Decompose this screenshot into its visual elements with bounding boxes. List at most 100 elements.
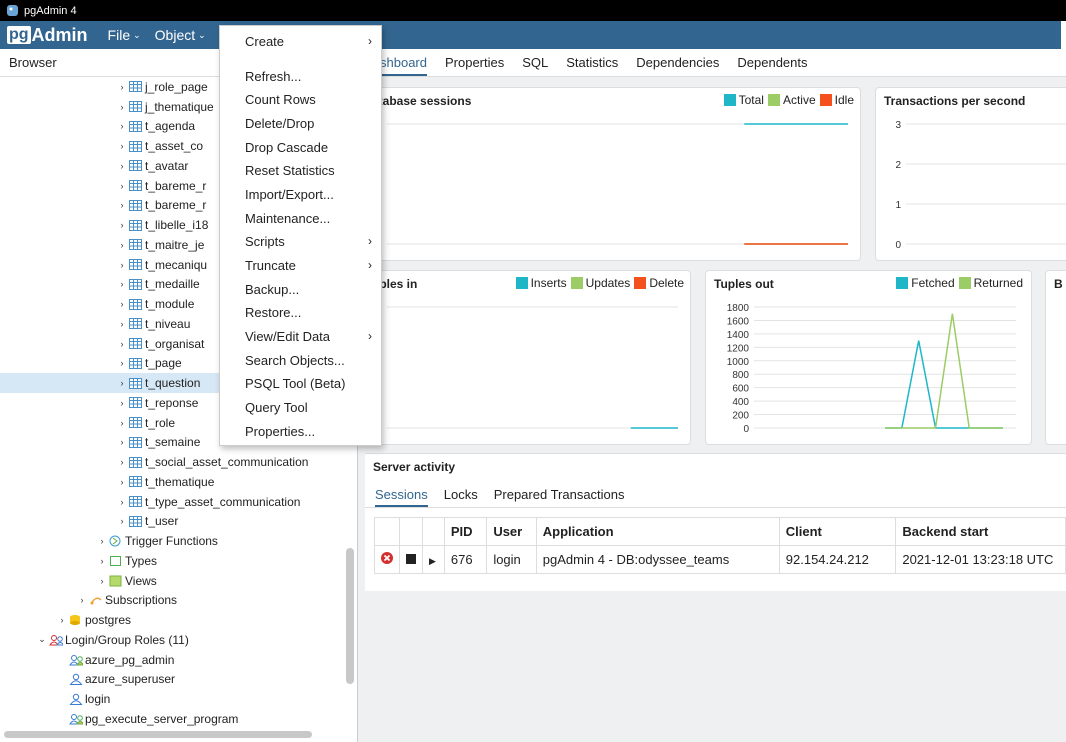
tab-dependencies[interactable]: Dependencies bbox=[636, 55, 719, 70]
chevron-right-icon[interactable]: › bbox=[115, 418, 129, 428]
tab-properties[interactable]: Properties bbox=[445, 55, 504, 70]
tree-item-subscriptions[interactable]: › Subscriptions bbox=[75, 591, 178, 611]
tab-dependents[interactable]: Dependents bbox=[737, 55, 807, 70]
chevron-right-icon[interactable]: › bbox=[115, 82, 129, 92]
chevron-right-icon[interactable]: › bbox=[115, 339, 129, 349]
menu-item-truncate[interactable]: Truncate › bbox=[220, 254, 381, 276]
tree-item-views[interactable]: › Views bbox=[95, 571, 157, 591]
tree-item-t-niveau[interactable]: › t_niveau bbox=[115, 314, 191, 334]
tree-item-t-module[interactable]: › t_module bbox=[115, 294, 195, 314]
tree-item-login[interactable]: login bbox=[55, 689, 110, 709]
menu-item-import-export[interactable]: Import/Export... bbox=[220, 183, 381, 205]
terminate-session-icon[interactable] bbox=[381, 552, 393, 564]
tree-item-t-organisat[interactable]: › t_organisat bbox=[115, 334, 205, 354]
tree-vertical-scrollbar[interactable] bbox=[346, 548, 354, 684]
tree-item-azure-superuser[interactable]: azure_superuser bbox=[55, 670, 175, 690]
file-menu[interactable]: File ⌄ bbox=[108, 27, 141, 43]
chevron-right-icon[interactable]: › bbox=[115, 319, 129, 329]
table-row[interactable]: ▶ 676 login pgAdmin 4 - DB:odyssee_teams… bbox=[374, 545, 1066, 574]
chevron-right-icon[interactable]: › bbox=[115, 240, 129, 250]
column-header-user[interactable]: User bbox=[486, 517, 537, 546]
tree-item-t-bareme-r[interactable]: › t_bareme_r bbox=[115, 196, 207, 216]
tree-item-j-thematique[interactable]: › j_thematique bbox=[115, 97, 214, 117]
chevron-right-icon[interactable]: › bbox=[115, 161, 129, 171]
caret-right-icon[interactable]: ▶ bbox=[429, 556, 436, 566]
chevron-right-icon[interactable]: › bbox=[95, 536, 109, 546]
column-header-pid[interactable]: PID bbox=[443, 517, 488, 546]
column-header-application[interactable]: Application bbox=[535, 517, 780, 546]
chevron-right-icon[interactable]: › bbox=[115, 457, 129, 467]
chevron-right-icon[interactable]: › bbox=[55, 615, 69, 625]
menu-item-count-rows[interactable]: Count Rows bbox=[220, 88, 381, 110]
chevron-right-icon[interactable]: › bbox=[115, 358, 129, 368]
tree-item-t-semaine[interactable]: › t_semaine bbox=[115, 433, 201, 453]
tree-item-t-avatar[interactable]: › t_avatar bbox=[115, 156, 189, 176]
chevron-right-icon[interactable]: › bbox=[115, 516, 129, 526]
stop-query-icon[interactable] bbox=[406, 554, 416, 564]
chevron-right-icon[interactable]: › bbox=[115, 121, 129, 131]
chevron-right-icon[interactable]: › bbox=[95, 576, 109, 586]
expand-row-cell[interactable]: ▶ bbox=[422, 545, 445, 574]
chevron-down-icon[interactable]: ⌄ bbox=[35, 634, 49, 645]
tab-statistics[interactable]: Statistics bbox=[566, 55, 618, 70]
column-header-client[interactable]: Client bbox=[778, 517, 897, 546]
chevron-right-icon[interactable]: › bbox=[95, 556, 109, 566]
tab-dashboard[interactable]: shboard bbox=[380, 55, 427, 76]
object-menu[interactable]: Object ⌄ bbox=[155, 27, 206, 43]
chevron-right-icon[interactable]: › bbox=[115, 398, 129, 408]
menu-item-search-objects[interactable]: Search Objects... bbox=[220, 349, 381, 371]
tree-item-t-libelle-i18[interactable]: › t_libelle_i18 bbox=[115, 215, 209, 235]
menu-item-scripts[interactable]: Scripts › bbox=[220, 230, 381, 252]
menu-item-backup[interactable]: Backup... bbox=[220, 278, 381, 300]
tree-item-types[interactable]: › Types bbox=[95, 551, 158, 571]
tree-item-t-user[interactable]: › t_user bbox=[115, 512, 179, 532]
menu-item-query-tool[interactable]: Query Tool bbox=[220, 396, 381, 418]
menu-item-reset-statistics[interactable]: Reset Statistics bbox=[220, 159, 381, 181]
tree-item-t-maitre-je[interactable]: › t_maitre_je bbox=[115, 235, 205, 255]
menu-item-psql-tool-beta[interactable]: PSQL Tool (Beta) bbox=[220, 372, 381, 394]
chevron-right-icon[interactable]: › bbox=[115, 378, 129, 388]
tab-sessions[interactable]: Sessions bbox=[375, 487, 428, 507]
terminate-session-cell[interactable] bbox=[374, 545, 400, 574]
tree-item-postgres[interactable]: › postgres bbox=[55, 610, 132, 630]
chevron-right-icon[interactable]: › bbox=[115, 200, 129, 210]
cancel-query-cell[interactable] bbox=[399, 545, 423, 574]
menu-item-maintenance[interactable]: Maintenance... bbox=[220, 207, 381, 229]
chevron-right-icon[interactable]: › bbox=[115, 220, 129, 230]
chevron-right-icon[interactable]: › bbox=[115, 181, 129, 191]
tree-item-t-agenda[interactable]: › t_agenda bbox=[115, 117, 196, 137]
menu-item-refresh[interactable]: Refresh... bbox=[220, 65, 381, 87]
tree-item-t-role[interactable]: › t_role bbox=[115, 413, 176, 433]
chevron-right-icon[interactable]: › bbox=[115, 497, 129, 507]
column-header-backend-start[interactable]: Backend start bbox=[895, 517, 1066, 546]
menu-item-properties[interactable]: Properties... bbox=[220, 420, 381, 442]
chevron-right-icon[interactable]: › bbox=[75, 595, 89, 605]
tab-sql[interactable]: SQL bbox=[522, 55, 548, 70]
tab-locks[interactable]: Locks bbox=[444, 487, 478, 502]
tree-item-t-page[interactable]: › t_page bbox=[115, 354, 182, 374]
menu-item-create[interactable]: Create › bbox=[220, 30, 381, 52]
tree-item-j-role-page[interactable]: › j_role_page bbox=[115, 77, 208, 97]
tree-item-t-thematique[interactable]: › t_thematique bbox=[115, 472, 215, 492]
chevron-right-icon[interactable]: › bbox=[115, 437, 129, 447]
tree-item-t-bareme-r[interactable]: › t_bareme_r bbox=[115, 176, 207, 196]
chevron-right-icon[interactable]: › bbox=[115, 141, 129, 151]
tree-item-t-reponse[interactable]: › t_reponse bbox=[115, 393, 199, 413]
tree-item-azure-pg-admin[interactable]: azure_pg_admin bbox=[55, 650, 174, 670]
chevron-right-icon[interactable]: › bbox=[115, 102, 129, 112]
tab-prepared-transactions[interactable]: Prepared Transactions bbox=[494, 487, 625, 502]
chevron-right-icon[interactable]: › bbox=[115, 299, 129, 309]
tree-item-trigger-functions[interactable]: › Trigger Functions bbox=[95, 531, 218, 551]
tree-item-t-social-asset-communication[interactable]: › t_social_asset_communication bbox=[115, 452, 309, 472]
chevron-right-icon[interactable]: › bbox=[115, 477, 129, 487]
tree-item-t-mecaniqu[interactable]: › t_mecaniqu bbox=[115, 255, 208, 275]
tree-item-login-group-roles-11[interactable]: ⌄ Login/Group Roles (11) bbox=[35, 630, 189, 650]
chevron-right-icon[interactable]: › bbox=[115, 260, 129, 270]
chevron-right-icon[interactable]: › bbox=[115, 279, 129, 289]
menu-item-drop-cascade[interactable]: Drop Cascade bbox=[220, 136, 381, 158]
tree-item-pg-execute-server-program[interactable]: pg_execute_server_program bbox=[55, 709, 238, 729]
menu-item-view-edit-data[interactable]: View/Edit Data › bbox=[220, 325, 381, 347]
tree-item-t-asset-co[interactable]: › t_asset_co bbox=[115, 136, 204, 156]
menu-item-restore[interactable]: Restore... bbox=[220, 301, 381, 323]
tree-item-t-type-asset-communication[interactable]: › t_type_asset_communication bbox=[115, 492, 301, 512]
